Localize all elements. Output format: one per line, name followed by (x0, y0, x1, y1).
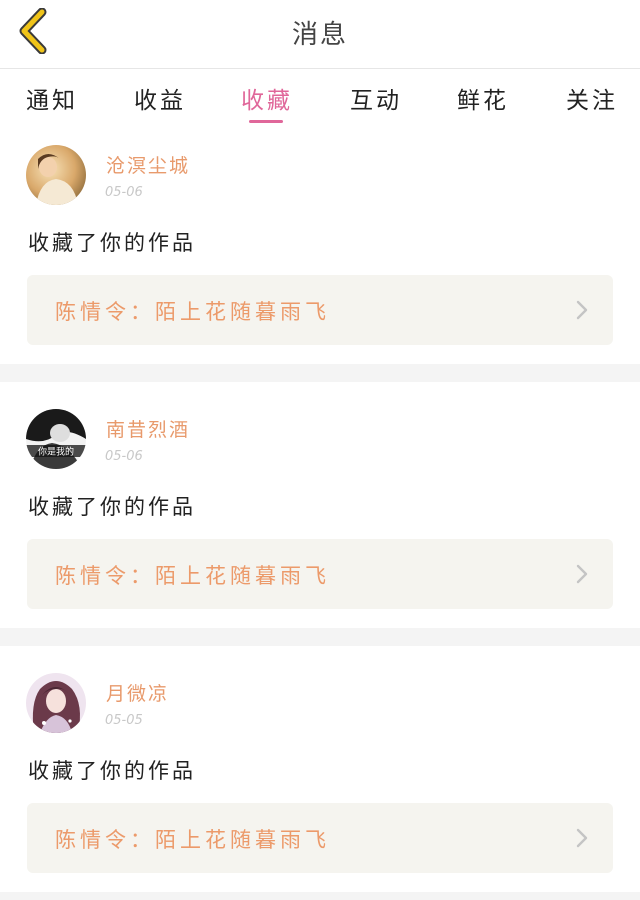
tab-notifications[interactable]: 通知 (26, 81, 78, 115)
chevron-right-icon (576, 564, 588, 584)
list-item: 月微凉 05-05 收藏了你的作品 陈情令：陌上花随暮雨飞 (0, 646, 640, 892)
action-text: 收藏了你的作品 (28, 231, 196, 255)
work-link[interactable]: 陈情令：陌上花随暮雨飞 (27, 275, 613, 345)
timestamp: 05-05 (105, 713, 143, 728)
work-title: 陈情令：陌上花随暮雨飞 (55, 564, 330, 588)
page-title: 消息 (291, 20, 348, 50)
tab-interactions[interactable]: 互动 (350, 81, 402, 115)
username[interactable]: 南昔烈酒 (106, 415, 190, 442)
chevron-right-icon (576, 300, 588, 320)
divider (0, 364, 640, 382)
avatar-image (26, 673, 86, 733)
avatar-image (26, 145, 86, 205)
work-title: 陈情令：陌上花随暮雨飞 (55, 828, 330, 852)
tab-flowers[interactable]: 鲜花 (457, 81, 509, 115)
work-link[interactable]: 陈情令：陌上花随暮雨飞 (27, 803, 613, 873)
avatar[interactable]: 你是我的 (26, 409, 86, 469)
divider (0, 892, 640, 900)
action-text: 收藏了你的作品 (28, 495, 196, 519)
avatar-image: 你是我的 (26, 409, 86, 469)
tab-follows[interactable]: 关注 (566, 81, 618, 115)
work-link[interactable]: 陈情令：陌上花随暮雨飞 (27, 539, 613, 609)
username[interactable]: 沧溟尘城 (106, 151, 190, 178)
divider (0, 628, 640, 646)
avatar[interactable] (26, 673, 86, 733)
list-item: 沧溟尘城 05-06 收藏了你的作品 陈情令：陌上花随暮雨飞 (0, 126, 640, 364)
chevron-right-icon (576, 828, 588, 848)
action-text: 收藏了你的作品 (28, 759, 196, 783)
tab-bar: 通知 收益 收藏 互动 鲜花 关注 (0, 69, 640, 125)
active-tab-indicator (249, 120, 283, 123)
avatar-caption: 你是我的 (38, 446, 74, 458)
tab-earnings[interactable]: 收益 (134, 81, 186, 115)
work-title: 陈情令：陌上花随暮雨飞 (55, 300, 330, 324)
header-bar: 消息 (0, 0, 640, 69)
avatar[interactable] (26, 145, 86, 205)
list-item: 你是我的 南昔烈酒 05-06 收藏了你的作品 陈情令：陌上花随暮雨飞 (0, 382, 640, 628)
timestamp: 05-06 (105, 449, 143, 464)
username[interactable]: 月微凉 (106, 679, 169, 706)
timestamp: 05-06 (105, 185, 143, 200)
tab-favorites[interactable]: 收藏 (241, 81, 293, 115)
